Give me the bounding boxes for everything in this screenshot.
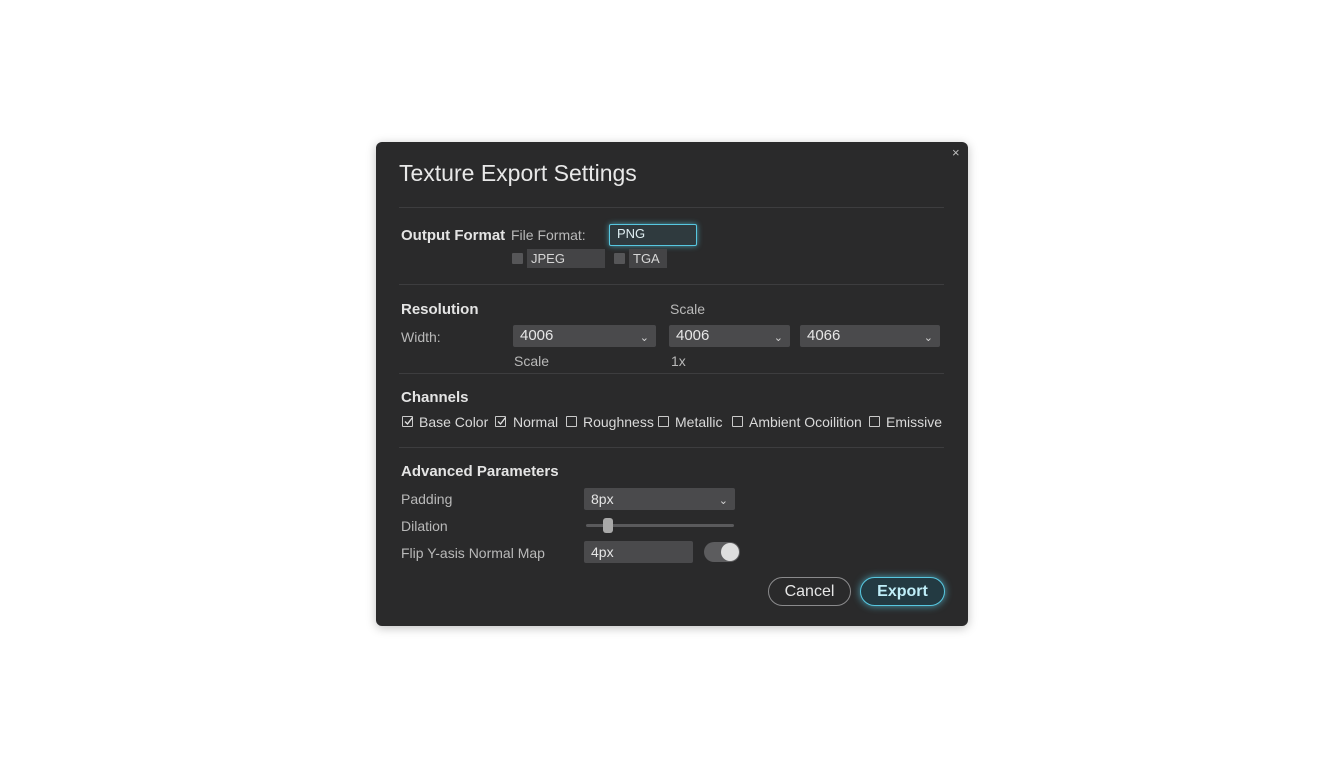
jpeg-option[interactable]: JPEG [527, 249, 605, 268]
dilation-label: Dilation [401, 518, 448, 534]
tga-option[interactable]: TGA [629, 249, 667, 268]
channel-metallic-label: Metallic [675, 414, 723, 430]
divider [399, 284, 944, 285]
file-format-input[interactable]: PNG [609, 224, 697, 246]
channel-base-color-checkbox[interactable] [402, 416, 414, 427]
channel-base-color-label: Base Color [419, 414, 489, 430]
scale-sublabel: Scale [514, 353, 550, 369]
channels-heading: Channels [401, 389, 469, 406]
jpeg-checkbox[interactable] [512, 253, 523, 264]
flip-y-toggle[interactable] [704, 542, 740, 562]
scale-value: 4006 [676, 327, 710, 344]
scale-select[interactable]: 4006 ⌄ [669, 325, 790, 347]
chevron-down-icon: ⌄ [773, 332, 783, 344]
check-icon [497, 417, 507, 426]
flip-y-value-input[interactable]: 4px [584, 541, 693, 563]
channel-ambient-occlusion-checkbox[interactable] [732, 416, 743, 427]
width-value: 4006 [520, 327, 554, 344]
divider [399, 207, 944, 208]
channel-emissive-label: Emissive [886, 414, 943, 430]
padding-label: Padding [401, 491, 453, 507]
check-icon [404, 417, 414, 426]
toggle-knob [721, 543, 739, 561]
chevron-down-icon: ⌄ [718, 495, 728, 507]
padding-select[interactable]: 8px ⌄ [584, 488, 735, 510]
channel-roughness-checkbox[interactable] [566, 416, 577, 427]
channel-normal-label: Normal [513, 414, 559, 430]
chevron-down-icon: ⌄ [923, 332, 933, 344]
output-format-heading: Output Format [401, 227, 506, 244]
channel-roughness-label: Roughness [583, 414, 654, 430]
chevron-down-icon: ⌄ [639, 332, 649, 344]
dialog-title: Texture Export Settings [399, 160, 637, 186]
cancel-button[interactable]: Cancel [768, 577, 851, 606]
scale-header: Scale [670, 301, 706, 317]
file-format-label: File Format: [511, 227, 586, 243]
flip-y-label: Flip Y-asis Normal Map [401, 545, 545, 561]
width-select[interactable]: 4006 ⌄ [513, 325, 656, 347]
padding-value: 8px [591, 491, 614, 507]
channel-metallic-checkbox[interactable] [658, 416, 669, 427]
advanced-heading: Advanced Parameters [401, 463, 559, 480]
channel-normal-checkbox[interactable] [495, 416, 507, 427]
height-select[interactable]: 4066 ⌄ [800, 325, 940, 347]
channel-emissive-checkbox[interactable] [869, 416, 880, 427]
dilation-slider-thumb[interactable] [602, 518, 613, 533]
close-icon[interactable]: × [952, 145, 960, 160]
export-button[interactable]: Export [860, 577, 945, 606]
width-label: Width: [401, 329, 441, 345]
scale-factor: 1x [671, 353, 686, 369]
height-value: 4066 [807, 327, 841, 344]
resolution-heading: Resolution [401, 301, 479, 318]
tga-checkbox[interactable] [614, 253, 625, 264]
divider [399, 373, 944, 374]
divider [399, 447, 944, 448]
channel-ambient-occlusion-label: Ambient Ocoilition [749, 414, 862, 430]
texture-export-dialog: Texture Export Settings × Output Format … [376, 142, 968, 626]
